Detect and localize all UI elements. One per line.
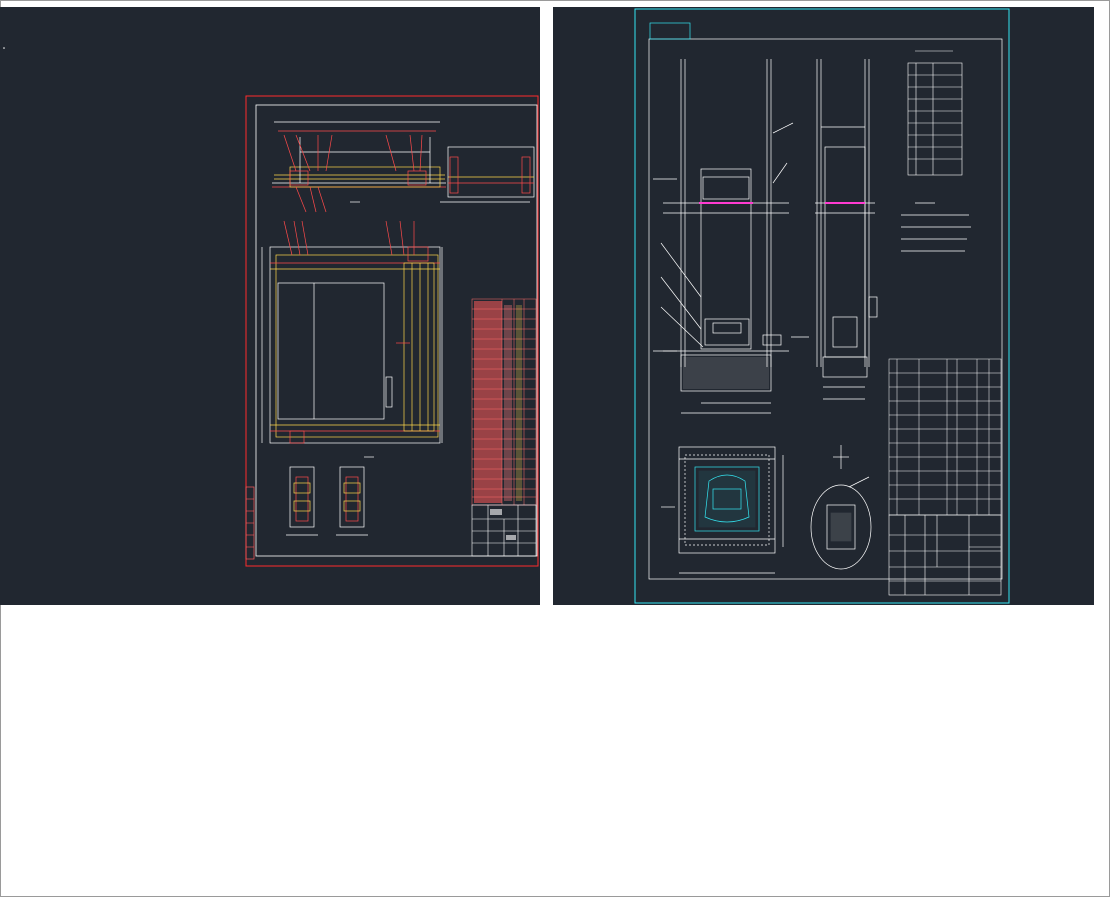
end-view: [447, 146, 535, 198]
shaft-plan-view: [661, 446, 784, 574]
shaft-elevation-front: [653, 59, 794, 414]
cad-viewport-left[interactable]: [0, 7, 540, 605]
assembly-drawing-canvas: [3, 47, 539, 567]
title-block: [471, 504, 537, 557]
drawing-border-outer: [634, 8, 1010, 604]
cad-viewport-right[interactable]: [553, 7, 1094, 605]
plan-view: [261, 220, 443, 444]
layout-drawing-canvas: [634, 8, 1010, 604]
parts-list-table: [471, 298, 537, 506]
drawing-tag: [649, 22, 691, 40]
revision-strip: [245, 486, 255, 560]
spec-table: [907, 50, 963, 176]
bom-table: [888, 358, 1002, 516]
section-details: [286, 456, 374, 536]
detail-circle-view: [810, 445, 872, 570]
title-block: [888, 514, 1002, 596]
shaft-elevation-side: [791, 59, 878, 400]
side-elevation-view: [272, 121, 530, 213]
notes-block: [901, 202, 971, 252]
